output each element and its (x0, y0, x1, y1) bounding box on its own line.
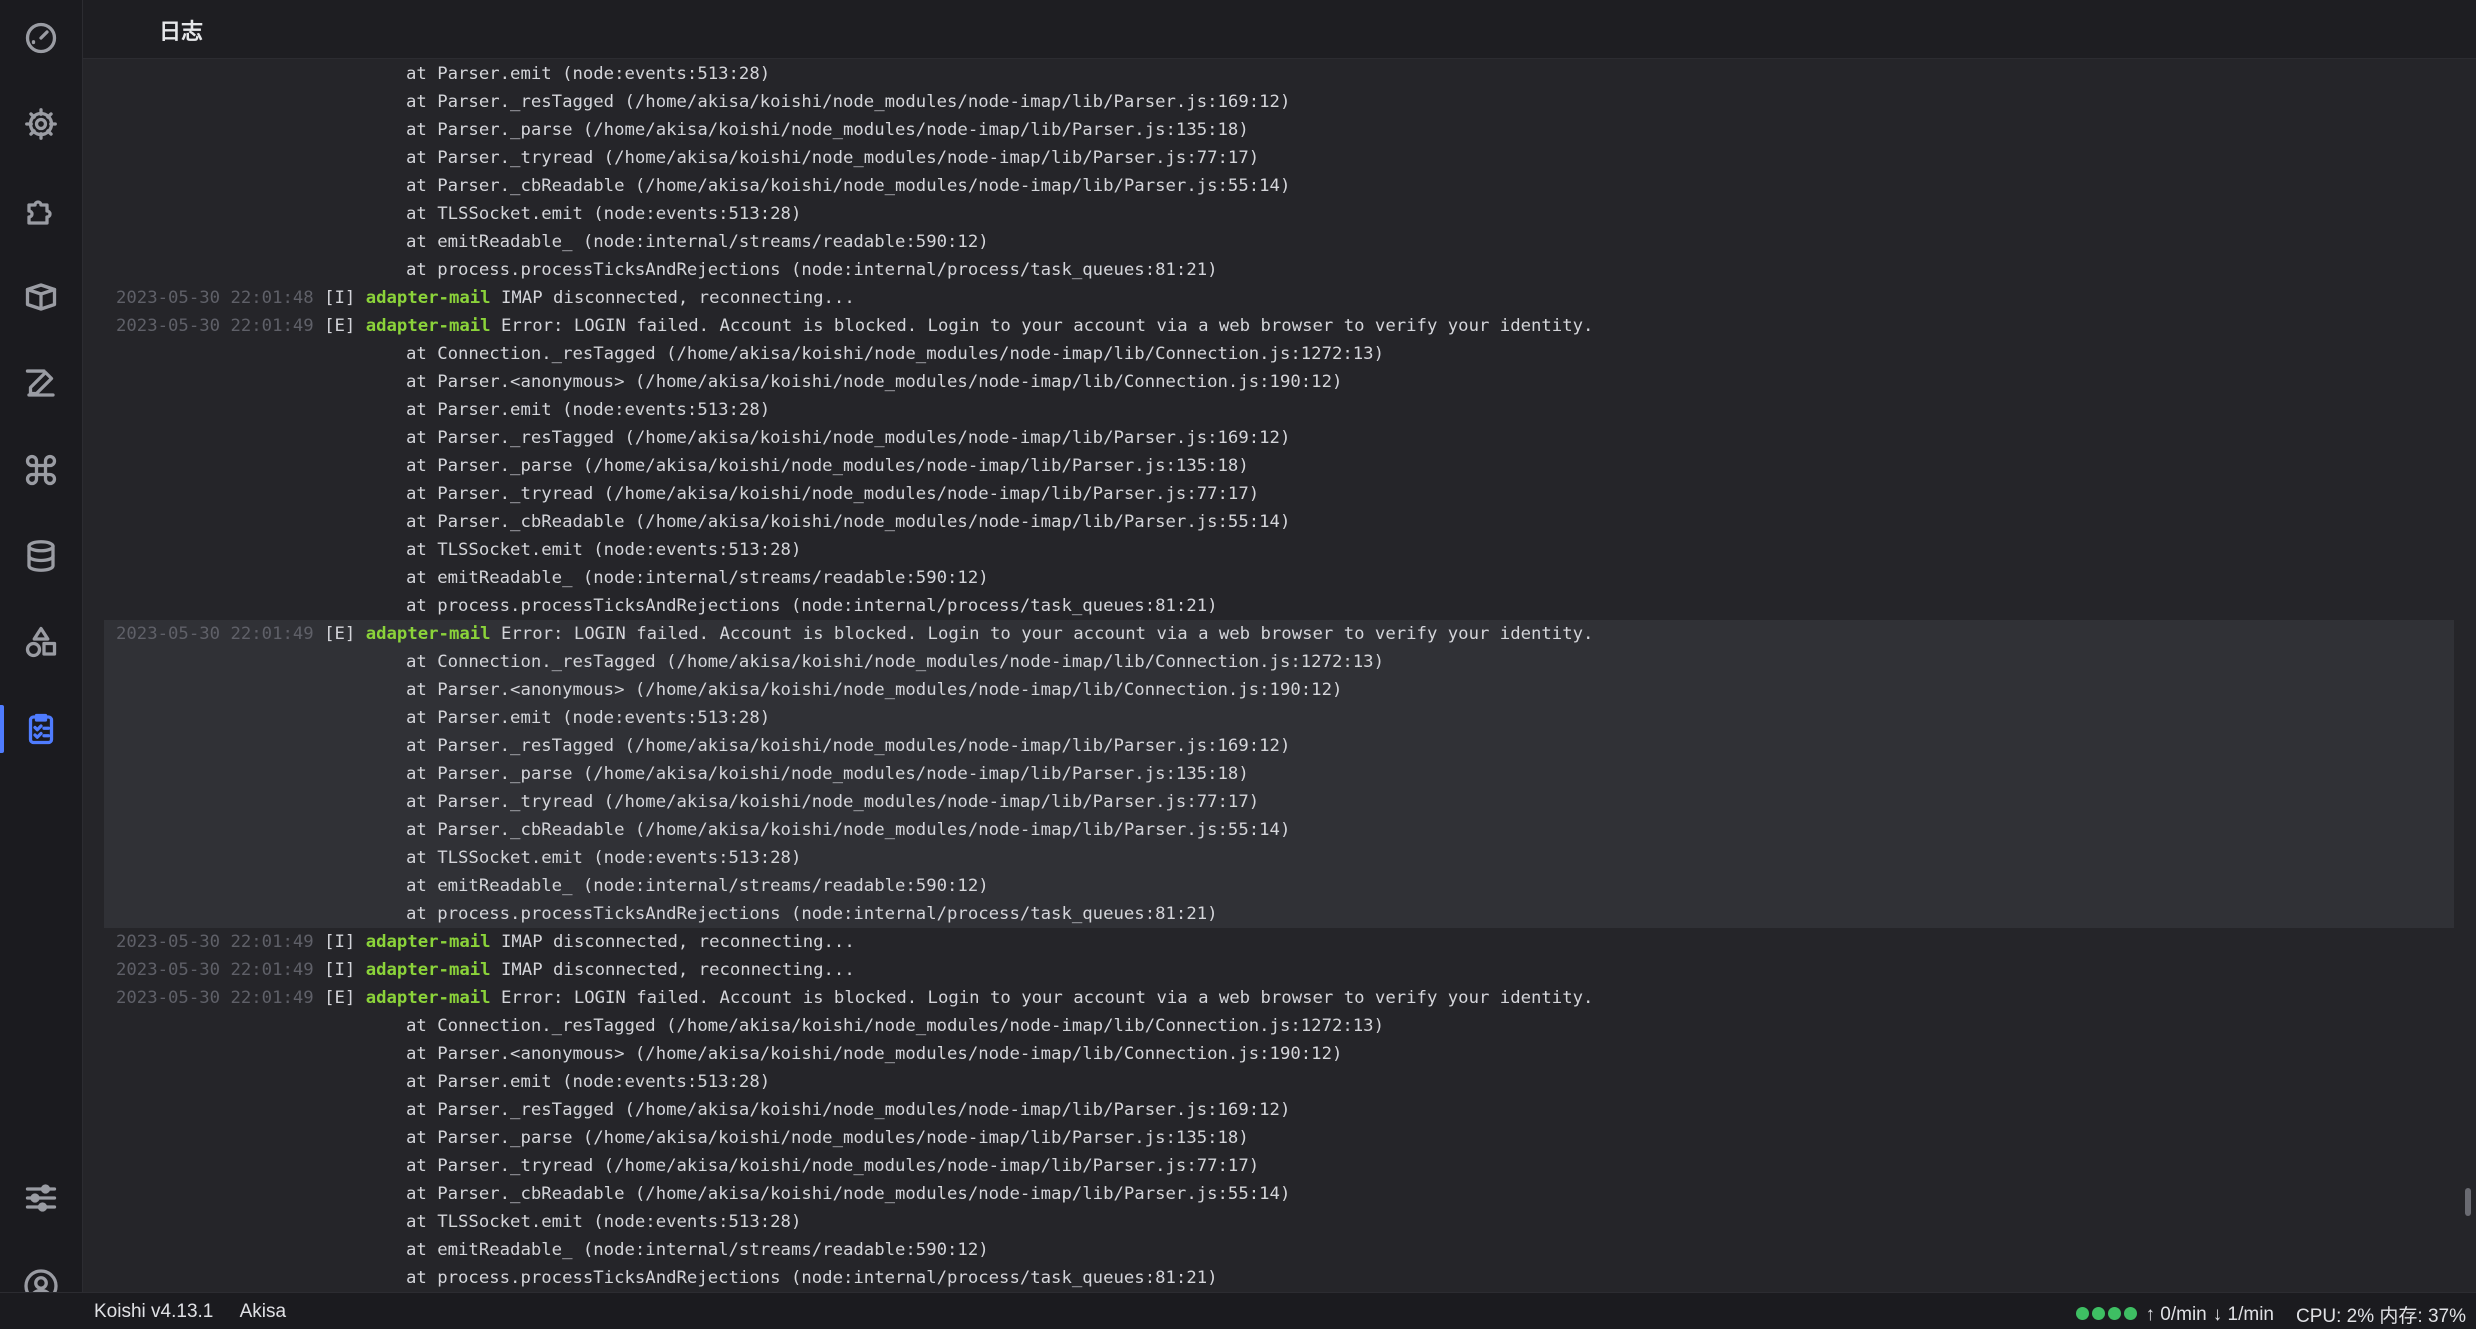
stack-trace-line: at Parser.<anonymous> (/home/akisa/koish… (104, 368, 2454, 396)
log-viewer[interactable]: at Parser.emit (node:events:513:28)at Pa… (104, 60, 2454, 1290)
log-source-tag: adapter-mail (366, 932, 491, 952)
edit-icon[interactable] (13, 355, 69, 411)
log-timestamp: 2023-05-30 22:01:49 (116, 624, 314, 644)
stack-trace-line: at TLSSocket.emit (node:events:513:28) (104, 844, 2454, 872)
log-message: IMAP disconnected, reconnecting... (501, 932, 855, 952)
logs-icon[interactable] (13, 701, 69, 757)
stack-trace-line: at Parser._cbReadable (/home/akisa/koish… (104, 508, 2454, 536)
scrollbar-thumb[interactable] (2465, 1188, 2471, 1216)
stack-trace-line: at TLSSocket.emit (node:events:513:28) (104, 200, 2454, 228)
stack-trace-line: at Connection._resTagged (/home/akisa/ko… (104, 648, 2454, 676)
down-rate: ↓ 1/min (2213, 1304, 2274, 1326)
stack-trace-line: at process.processTicksAndRejections (no… (104, 900, 2454, 928)
stack-trace-line: at emitReadable_ (node:internal/streams/… (104, 228, 2454, 256)
log-message: IMAP disconnected, reconnecting... (501, 288, 855, 308)
log-entry: 2023-05-30 22:01:48 [I] adapter-mail IMA… (104, 284, 2454, 312)
sliders-icon[interactable] (13, 1170, 69, 1226)
user-label: Akisa (240, 1301, 286, 1322)
log-entry: 2023-05-30 22:01:49 [I] adapter-mail IMA… (104, 956, 2454, 984)
log-timestamp: 2023-05-30 22:01:49 (116, 988, 314, 1008)
stack-trace-line: at emitReadable_ (node:internal/streams/… (104, 564, 2454, 592)
log-source-tag: adapter-mail (366, 960, 491, 980)
up-rate: ↑ 0/min (2146, 1304, 2207, 1326)
log-entry: 2023-05-30 22:01:49 [E] adapter-mail Err… (104, 620, 2454, 648)
stack-trace-line: at Connection._resTagged (/home/akisa/ko… (104, 340, 2454, 368)
stack-trace-line: at Parser._resTagged (/home/akisa/koishi… (104, 88, 2454, 116)
stack-trace-line: at Parser._resTagged (/home/akisa/koishi… (104, 424, 2454, 452)
page-title: 日志 (159, 14, 203, 46)
commands-icon[interactable] (13, 442, 69, 498)
active-indicator (0, 705, 4, 753)
stack-trace-line: at Parser.emit (node:events:513:28) (104, 60, 2454, 88)
log-source-tag: adapter-mail (366, 288, 491, 308)
log-level: [E] (324, 988, 355, 1008)
log-timestamp: 2023-05-30 22:01:49 (116, 316, 314, 336)
stack-trace-line: at emitReadable_ (node:internal/streams/… (104, 872, 2454, 900)
stack-trace-line: at Parser.emit (node:events:513:28) (104, 396, 2454, 424)
stack-trace-line: at TLSSocket.emit (node:events:513:28) (104, 536, 2454, 564)
stack-trace-line: at Parser._cbReadable (/home/akisa/koish… (104, 1180, 2454, 1208)
stack-trace-line: at Parser._tryread (/home/akisa/koishi/n… (104, 144, 2454, 172)
status-bar: Koishi v4.13.1 Akisa ↑ 0/min ↓ 1/min CPU… (0, 1292, 2476, 1329)
log-timestamp: 2023-05-30 22:01:49 (116, 932, 314, 952)
log-source-tag: adapter-mail (366, 316, 491, 336)
log-message: Error: LOGIN failed. Account is blocked.… (501, 988, 1593, 1008)
sidebar (0, 0, 83, 1292)
stack-trace-line: at Parser._parse (/home/akisa/koishi/nod… (104, 1124, 2454, 1152)
stack-trace-line: at Parser._resTagged (/home/akisa/koishi… (104, 732, 2454, 760)
page-header: 日志 (83, 0, 2476, 59)
log-level: [I] (324, 932, 355, 952)
log-entry: 2023-05-30 22:01:49 [E] adapter-mail Err… (104, 984, 2454, 1012)
stack-trace-line: at Parser._parse (/home/akisa/koishi/nod… (104, 760, 2454, 788)
stack-trace-line: at Parser._resTagged (/home/akisa/koishi… (104, 1096, 2454, 1124)
stack-trace-line: at process.processTicksAndRejections (no… (104, 256, 2454, 284)
log-level: [I] (324, 960, 355, 980)
stack-trace-line: at Connection._resTagged (/home/akisa/ko… (104, 1012, 2454, 1040)
shapes-icon[interactable] (13, 614, 69, 670)
stack-trace-line: at emitReadable_ (node:internal/streams/… (104, 1236, 2454, 1264)
log-entry: 2023-05-30 22:01:49 [I] adapter-mail IMA… (104, 928, 2454, 956)
stack-trace-line: at Parser.emit (node:events:513:28) (104, 1068, 2454, 1096)
log-level: [E] (324, 316, 355, 336)
stack-trace-line: at Parser._tryread (/home/akisa/koishi/n… (104, 1152, 2454, 1180)
market-icon[interactable] (13, 269, 69, 325)
status-dot (2108, 1307, 2121, 1320)
database-icon[interactable] (13, 528, 69, 584)
stack-trace-line: at Parser.emit (node:events:513:28) (104, 704, 2454, 732)
version-label: Koishi v4.13.1 (94, 1301, 213, 1322)
log-timestamp: 2023-05-30 22:01:49 (116, 960, 314, 980)
log-level: [E] (324, 624, 355, 644)
settings-icon[interactable] (13, 96, 69, 152)
log-level: [I] (324, 288, 355, 308)
cpu-memory: CPU: 2% 内存: 37% (2296, 1301, 2466, 1328)
plugins-icon[interactable] (13, 183, 69, 239)
status-dot (2076, 1307, 2089, 1320)
log-message: IMAP disconnected, reconnecting... (501, 960, 855, 980)
status-dot (2092, 1307, 2105, 1320)
stack-trace-line: at process.processTicksAndRejections (no… (104, 1264, 2454, 1290)
stack-trace-line: at process.processTicksAndRejections (no… (104, 592, 2454, 620)
stack-trace-line: at Parser._tryread (/home/akisa/koishi/n… (104, 480, 2454, 508)
stack-trace-line: at TLSSocket.emit (node:events:513:28) (104, 1208, 2454, 1236)
dashboard-icon[interactable] (13, 10, 69, 66)
log-entry-group-highlighted: 2023-05-30 22:01:49 [E] adapter-mail Err… (104, 620, 2454, 928)
stack-trace-line: at Parser._tryread (/home/akisa/koishi/n… (104, 788, 2454, 816)
status-dot (2124, 1307, 2137, 1320)
log-source-tag: adapter-mail (366, 988, 491, 1008)
log-source-tag: adapter-mail (366, 624, 491, 644)
log-entry: 2023-05-30 22:01:49 [E] adapter-mail Err… (104, 312, 2454, 340)
stack-trace-line: at Parser.<anonymous> (/home/akisa/koish… (104, 676, 2454, 704)
stack-trace-line: at Parser.<anonymous> (/home/akisa/koish… (104, 1040, 2454, 1068)
connection-status-dots (2076, 1304, 2140, 1326)
stack-trace-line: at Parser._parse (/home/akisa/koishi/nod… (104, 452, 2454, 480)
log-message: Error: LOGIN failed. Account is blocked.… (501, 316, 1593, 336)
log-timestamp: 2023-05-30 22:01:48 (116, 288, 314, 308)
stack-trace-line: at Parser._cbReadable (/home/akisa/koish… (104, 816, 2454, 844)
log-message: Error: LOGIN failed. Account is blocked.… (501, 624, 1593, 644)
stack-trace-line: at Parser._cbReadable (/home/akisa/koish… (104, 172, 2454, 200)
stack-trace-line: at Parser._parse (/home/akisa/koishi/nod… (104, 116, 2454, 144)
